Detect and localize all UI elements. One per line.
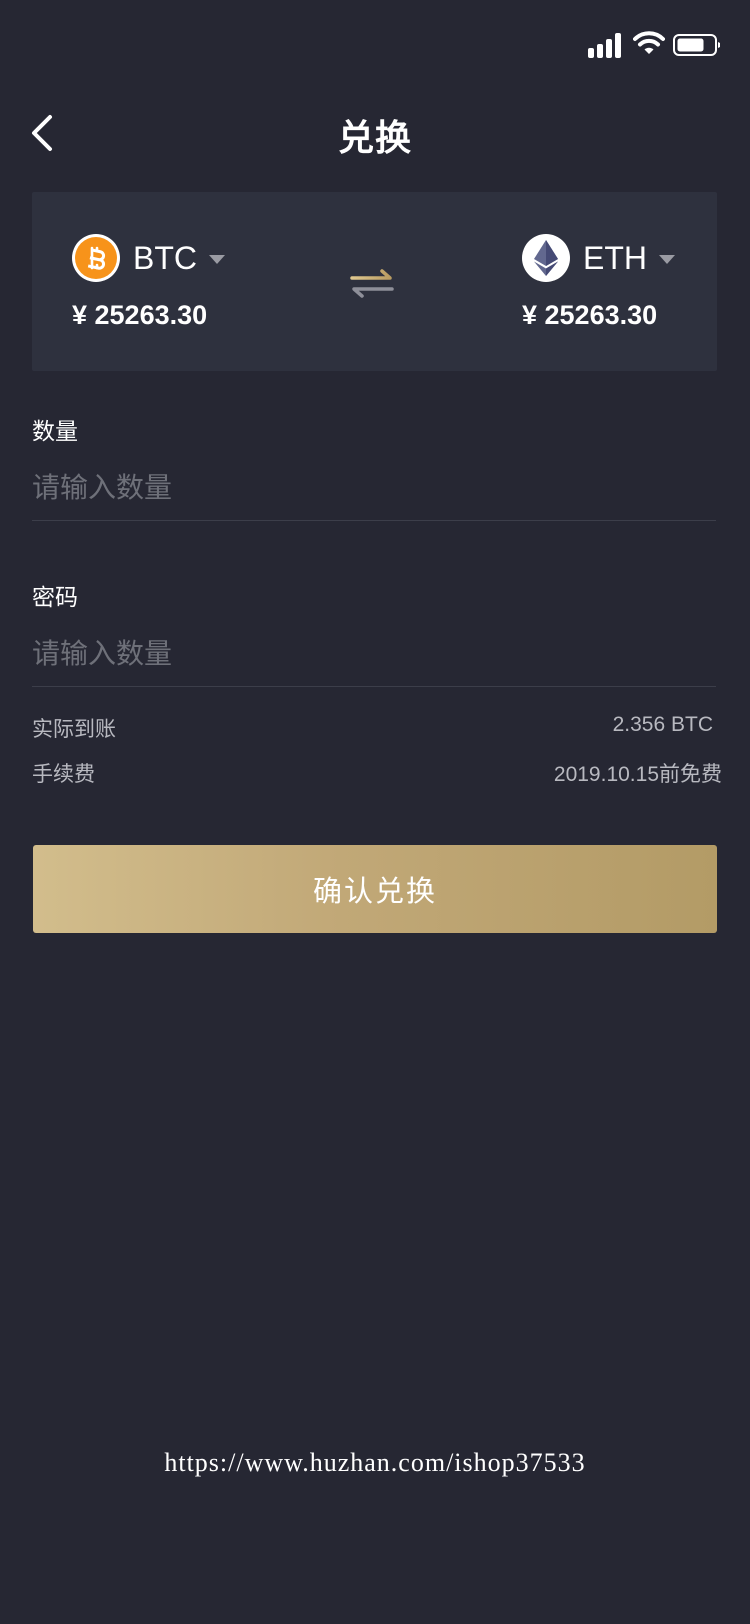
to-coin: ETH ¥ 25263.30: [522, 234, 675, 331]
password-input[interactable]: [32, 626, 716, 682]
divider: [32, 686, 716, 687]
status-bar: [0, 0, 750, 90]
from-coin-name: BTC: [133, 239, 197, 276]
battery-icon: [673, 34, 720, 56]
watermark-text: https://www.huzhan.com/ishop37533: [164, 1448, 586, 1477]
caret-down-icon: [209, 254, 225, 264]
from-coin: BTC ¥ 25263.30: [72, 234, 225, 331]
received-value: 2.356 BTC: [612, 713, 713, 736]
to-coin-selector[interactable]: ETH: [522, 234, 675, 282]
bitcoin-icon: [72, 234, 120, 282]
signal-icon: [588, 32, 624, 58]
from-coin-selector[interactable]: BTC: [72, 234, 225, 282]
caret-down-icon: [659, 254, 675, 264]
quantity-input[interactable]: [32, 460, 716, 516]
quantity-label: 数量: [32, 418, 78, 444]
divider: [32, 520, 716, 521]
to-coin-price: ¥ 25263.30: [522, 300, 658, 330]
ethereum-icon: [522, 234, 570, 282]
swap-arrows-icon[interactable]: [350, 268, 394, 300]
received-label: 实际到账: [32, 718, 116, 741]
fee-label: 手续费: [32, 763, 95, 786]
password-label: 密码: [32, 584, 78, 610]
exchange-card: BTC ¥ 25263.30 ETH ¥ 25263.30: [32, 192, 717, 371]
wifi-icon: [633, 31, 665, 54]
fee-value: 2019.10.15前免费: [553, 763, 722, 786]
page-title: 兑换: [337, 117, 412, 158]
to-coin-name: ETH: [583, 239, 647, 276]
nav-bar: 兑换: [0, 95, 750, 170]
from-coin-price: ¥ 25263.30: [72, 300, 208, 330]
confirm-exchange-button[interactable]: 确认兑换: [33, 845, 717, 933]
